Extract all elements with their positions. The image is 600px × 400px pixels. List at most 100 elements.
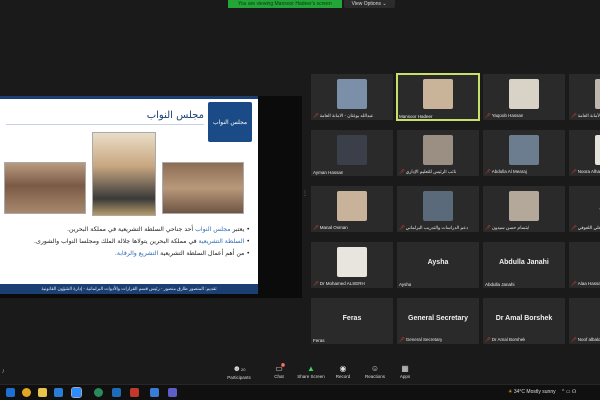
word-icon[interactable] (112, 388, 121, 397)
participant-display-name: No (569, 315, 600, 322)
slide-bullet-list: • يعتبر مجلس النواب أحد جناحي السلطة الت… (10, 224, 250, 260)
share-screen-button[interactable]: ▲ Share Screen (294, 364, 328, 379)
participant-tile[interactable]: 🎤︎Manal Osman (311, 186, 393, 232)
participant-display-name: General Secretary (408, 315, 468, 322)
muted-mic-icon: 🎤︎ (571, 281, 577, 286)
audio-control-icon[interactable]: ﾉ (2, 368, 5, 375)
participants-button[interactable]: ☻20 Participants (222, 364, 256, 380)
windows-start-icon[interactable] (6, 388, 15, 397)
bullet-item: • من أهم أعمال السلطة التشريعية التشريع … (114, 250, 250, 257)
record-button[interactable]: ◉ Record (326, 364, 360, 379)
participant-name-label: 🎤︎Manal Osman (313, 225, 348, 231)
participant-tile[interactable]: Ayman Hassan (311, 130, 393, 176)
participant-display-name: Aysha (427, 259, 449, 266)
participant-name-label: 🎤︎الأمانة العامة (571, 113, 600, 119)
participant-tile[interactable]: Dr Amal Borshek 🎤︎Dr Amal Borshek (483, 298, 565, 344)
muted-mic-icon: 🎤︎ (399, 225, 405, 230)
participant-name: Yaqoob Hassan (491, 113, 524, 118)
apps-label: Apps (399, 374, 411, 379)
reactions-label: Reactions (364, 374, 385, 379)
participant-tile[interactable]: Abdulla Janahi Abdulla Janahi (483, 242, 565, 288)
parliament-logo: مجلس النواب (208, 102, 252, 142)
participant-tile[interactable]: General Secretary 🎤︎General Secretary (397, 298, 479, 344)
participant-tile[interactable]: 🎤︎دعم الدراسات والتدريب البرلماني (397, 186, 479, 232)
reactions-button[interactable]: ☺ Reactions (358, 364, 392, 379)
participant-name: Noora Alhamadi (577, 169, 600, 174)
participant-tile[interactable]: 🎤︎Abdulla Al Mearaj (483, 130, 565, 176)
participant-name: Alaa Hassan (577, 281, 600, 286)
participant-tile[interactable]: Ala 🎤︎Alaa Hassan (569, 242, 600, 288)
chat-button[interactable]: ▭ 1 Chat (262, 363, 296, 379)
file-explorer-icon[interactable] (38, 388, 47, 397)
share-screen-label: Share Screen (297, 374, 325, 379)
participant-tile[interactable]: 🎤︎نائب الرئيس للتعليم الإداري (397, 130, 479, 176)
participant-name-label: 🎤︎ابتسام حسن سيدون (485, 225, 529, 231)
outlook-icon[interactable] (54, 388, 63, 397)
participant-name: عبدالله بوغتان - الامانة العامة (319, 113, 374, 118)
muted-mic-icon: 🎤︎ (571, 225, 577, 230)
presentation-slide: مجلس النواب مجلس النواب • يعتبر مجلس الن… (0, 96, 258, 294)
whatsapp-icon[interactable] (94, 388, 103, 397)
screen-share-banner: You are viewing Mansoor Hadeer's screen … (228, 0, 395, 8)
participant-tile[interactable]: Feras Feras (311, 298, 393, 344)
edge-icon[interactable] (150, 388, 159, 397)
chamber-photo-right (162, 162, 244, 214)
powerpoint-icon[interactable] (130, 388, 139, 397)
participants-icon: ☻20 (232, 364, 246, 373)
participant-tile[interactable]: 🎤︎عبدالله بوغتان - الامانة العامة (311, 74, 393, 120)
participant-display-name: Abdulla Janahi (499, 259, 549, 266)
participant-tile[interactable]: 🎤︎Yaqoob Hassan (483, 74, 565, 120)
muted-mic-icon: 🎤︎ (313, 225, 319, 230)
zoom-meeting-window: You are viewing Mansoor Hadeer's screen … (0, 0, 600, 400)
muted-mic-icon: 🎤︎ (313, 281, 319, 286)
participant-tile[interactable]: Aysha Aysha (397, 242, 479, 288)
participant-video (509, 135, 539, 165)
participant-tile[interactable]: 🎤︎Dr Mohamed ALSERH (311, 242, 393, 288)
weather-widget[interactable]: ☀ 34°C Mostly sunny (508, 389, 556, 395)
participant-video (509, 79, 539, 109)
participant-name-label: 🎤︎Noof albalooshi (571, 337, 600, 343)
muted-mic-icon: 🎤︎ (399, 337, 405, 342)
bullet-item: • يعتبر مجلس النواب أحد جناحي السلطة الت… (67, 226, 250, 233)
participant-tile[interactable]: علي ال 🎤︎علي اللعوفي (569, 186, 600, 232)
participant-name: Noof albalooshi (577, 337, 600, 342)
participant-tile[interactable]: No 🎤︎Noof albalooshi (569, 298, 600, 344)
panel-splitter-handle[interactable]: ⋮ (302, 190, 308, 200)
view-options-button[interactable]: View Options ⌄ (343, 0, 395, 8)
participant-video (337, 247, 367, 277)
participant-display-name: Feras (342, 315, 362, 322)
bullet-item: • السلطة التشريعية في مملكة البحرين يتول… (34, 238, 250, 245)
meeting-toolbar: ﾉ ☻20 Participants ▭ 1 Chat ▲ Share Scre… (0, 360, 600, 384)
participant-tile[interactable]: 🎤︎ابتسام حسن سيدون (483, 186, 565, 232)
participant-name-label: Ayman Hassan (313, 170, 343, 175)
participant-name-label: 🎤︎Noora Alhamadi (571, 169, 600, 175)
participant-tile[interactable]: 🎤︎الأمانة العامة (569, 74, 600, 120)
participant-name: Abdulla Al Mearaj (491, 169, 527, 174)
system-tray[interactable]: ^ ▭ ☊ (562, 389, 576, 395)
shared-screen-area: مجلس النواب مجلس النواب • يعتبر مجلس الن… (0, 96, 302, 298)
participant-name-label: 🎤︎General Secretary (399, 337, 442, 343)
participant-name: نائب الرئيس للتعليم الإداري (405, 169, 457, 174)
windows-taskbar: ☀ 34°C Mostly sunny ^ ▭ ☊ (0, 384, 600, 400)
teams-icon[interactable] (168, 388, 177, 397)
participant-name: Ayman Hassan (313, 170, 344, 175)
participant-name: دعم الدراسات والتدريب البرلماني (405, 225, 469, 230)
muted-mic-icon: 🎤︎ (485, 225, 491, 230)
chrome-icon[interactable] (22, 388, 31, 397)
participant-display-name: علي ال (569, 203, 600, 211)
participant-name-label: 🎤︎Yaqoob Hassan (485, 113, 523, 119)
participant-video (337, 191, 367, 221)
participant-tile[interactable]: Mansoor Hadeer (396, 73, 480, 121)
participant-video (423, 79, 453, 109)
zoom-icon[interactable] (71, 387, 82, 398)
title-divider (6, 124, 204, 125)
participant-tile[interactable]: 🎤︎Noora Alhamadi (569, 130, 600, 176)
participant-name-label: 🎤︎Dr Mohamed ALSERH (313, 281, 365, 287)
participant-name: General Secretary (405, 337, 443, 342)
sun-icon: ☀ (508, 389, 513, 395)
record-icon: ◉ (339, 364, 347, 373)
apps-button[interactable]: ▦ Apps (388, 364, 422, 379)
muted-mic-icon: 🎤︎ (485, 113, 491, 118)
participant-video (337, 79, 367, 109)
slide-header-strip (0, 96, 258, 99)
